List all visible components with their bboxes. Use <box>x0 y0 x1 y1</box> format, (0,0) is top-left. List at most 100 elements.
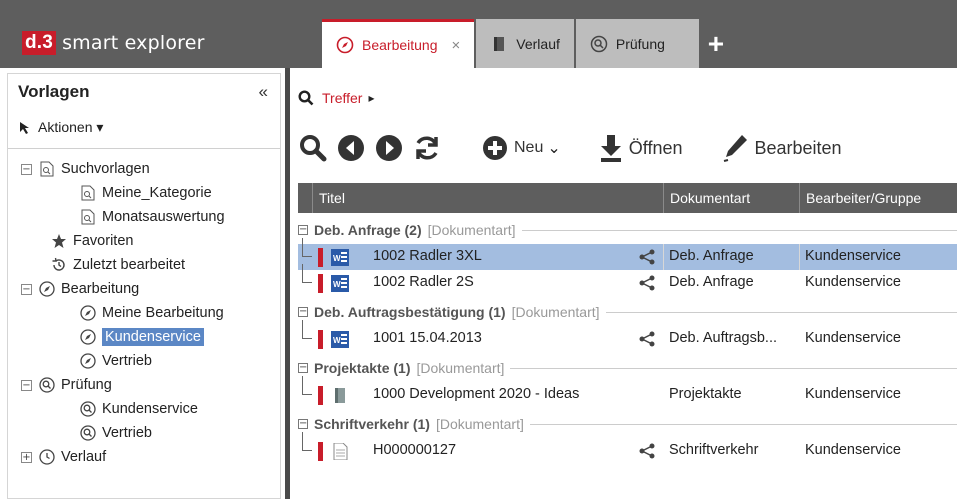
compass-icon <box>80 353 96 369</box>
tab-bar: Bearbeitung × Verlauf Prüfung + <box>322 19 731 68</box>
group-header-projektakte[interactable]: − Projektakte (1) [Dokumentart] <box>298 358 957 378</box>
expand-toggle[interactable]: + <box>21 451 32 463</box>
tree-item-label: Prüfung <box>61 377 112 393</box>
tree-item-label: Vertrieb <box>102 425 152 441</box>
group-header-schriftverkehr[interactable]: − Schriftverkehr (1) [Dokumentart] <box>298 414 957 434</box>
group-header-deb-anfrage[interactable]: − Deb. Anfrage (2) [Dokumentart] <box>298 220 957 240</box>
edit-button[interactable]: Bearbeiten <box>722 133 842 163</box>
tab-label: Prüfung <box>615 35 665 52</box>
group-name: Schriftverkehr (1) <box>314 416 430 432</box>
tree-item-kundenservice-bearbeitung[interactable]: Kundenservice <box>80 326 204 348</box>
tab-pruefung[interactable]: Prüfung <box>575 19 699 68</box>
table-row[interactable]: 1000 Development 2020 - Ideas Projektakt… <box>298 376 957 408</box>
collapse-sidebar-button[interactable]: « <box>259 82 268 102</box>
tree-item-kundenservice-pruefung[interactable]: Kundenservice <box>80 398 198 420</box>
actions-menu[interactable]: Aktionen ▾ <box>18 119 103 136</box>
table-row[interactable]: W 1002 Radler 3XL Deb. Anfrage Kundenser… <box>298 238 957 270</box>
tree-item-verlauf[interactable]: + Verlauf <box>21 446 106 468</box>
tree-item-label: Bearbeitung <box>61 281 140 297</box>
column-header-bearbeiter[interactable]: Bearbeiter/Gruppe <box>799 183 957 213</box>
new-label: Neu <box>514 139 544 156</box>
word-doc-icon: W <box>331 275 349 292</box>
tree-item-label: Favoriten <box>73 233 134 249</box>
svg-text:W: W <box>333 280 341 289</box>
refresh-icon[interactable] <box>412 133 442 163</box>
previous-icon[interactable] <box>336 133 366 163</box>
tree-connector <box>302 238 312 257</box>
tree-item-vertrieb-pruefung[interactable]: Vertrieb <box>80 422 152 444</box>
row-title: H000000127 <box>373 442 457 458</box>
binder-icon <box>335 388 345 403</box>
collapse-toggle[interactable]: − <box>298 419 308 429</box>
star-icon <box>52 234 66 248</box>
magnifier-circle-icon <box>80 401 96 417</box>
tab-bearbeitung[interactable]: Bearbeitung × <box>322 19 475 68</box>
group-name: Deb. Auftragsbestätigung (1) <box>314 304 506 320</box>
word-doc-icon: W <box>331 249 349 266</box>
row-editor: Kundenservice <box>805 248 901 264</box>
svg-text:W: W <box>333 336 341 345</box>
compass-icon <box>336 36 354 54</box>
row-doctype: Deb. Anfrage <box>669 274 754 290</box>
history-icon <box>52 257 65 271</box>
tab-verlauf[interactable]: Verlauf <box>476 19 574 68</box>
sidebar-title: Vorlagen <box>18 82 90 101</box>
tree-item-label: Verlauf <box>61 449 107 465</box>
breadcrumb: Treffer ▸ <box>298 90 375 106</box>
close-icon[interactable]: × <box>452 37 461 54</box>
collapse-toggle[interactable]: − <box>21 163 32 175</box>
tree-item-meine-kategorie[interactable]: Meine_Kategorie <box>80 182 212 204</box>
tab-label: Bearbeitung <box>362 37 438 53</box>
tab-label: Verlauf <box>516 35 560 52</box>
toolbar: Neu ⌄ Öffnen Bearbeiten <box>298 128 842 168</box>
tree-item-zuletzt-bearbeitet[interactable]: Zuletzt bearbeitet <box>51 254 185 276</box>
table-row[interactable]: W 1002 Radler 2S Deb. Anfrage Kundenserv… <box>298 264 957 296</box>
group-type: [Dokumentart] <box>435 416 524 432</box>
search-icon[interactable] <box>298 133 328 163</box>
tree-item-favoriten[interactable]: Favoriten <box>51 230 133 252</box>
pane-splitter[interactable] <box>285 68 290 499</box>
tree-item-label: Vertrieb <box>102 353 152 369</box>
status-marker <box>318 274 323 293</box>
top-bar: d.3 smart explorer Bearbeitung × Verlauf <box>0 0 957 68</box>
new-button[interactable]: Neu ⌄ <box>482 135 561 161</box>
column-header-titel[interactable]: Titel <box>312 183 663 213</box>
share-icon[interactable] <box>638 331 656 347</box>
open-button[interactable]: Öffnen <box>599 133 682 163</box>
tree-item-monatsauswertung[interactable]: Monatsauswertung <box>80 206 225 228</box>
collapse-toggle[interactable]: − <box>21 379 32 391</box>
cursor-icon <box>20 121 29 134</box>
column-header-dokumentart[interactable]: Dokumentart <box>663 183 799 213</box>
tree-item-bearbeitung[interactable]: − Bearbeitung <box>21 278 139 300</box>
group-header-deb-auftragsbestaetigung[interactable]: − Deb. Auftragsbestätigung (1) [Dokument… <box>298 302 957 322</box>
tree-item-pruefung[interactable]: − Prüfung <box>21 374 112 396</box>
column-divider <box>799 244 800 270</box>
breadcrumb-treffer[interactable]: Treffer <box>322 90 362 106</box>
tree-item-label: Suchvorlagen <box>61 161 150 177</box>
next-icon[interactable] <box>374 133 404 163</box>
tree-item-meine-bearbeitung[interactable]: Meine Bearbeitung <box>80 302 224 324</box>
app-logo[interactable]: d.3 smart explorer <box>22 30 205 56</box>
table-row[interactable]: H000000127 Schriftverkehr Kundenservice <box>298 432 957 464</box>
collapse-toggle[interactable]: − <box>298 307 308 317</box>
share-icon[interactable] <box>638 443 656 459</box>
collapse-toggle[interactable]: − <box>298 225 308 235</box>
tree-item-suchvorlagen[interactable]: − Suchvorlagen <box>21 158 150 180</box>
search-doc-icon <box>81 185 95 201</box>
table-row[interactable]: W 1001 15.04.2013 Deb. Auftragsb... Kund… <box>298 320 957 352</box>
compass-icon <box>80 305 96 321</box>
magnifier-circle-icon <box>80 425 96 441</box>
chevron-down-icon: ⌄ <box>547 140 561 157</box>
tree-item-vertrieb-bearbeitung[interactable]: Vertrieb <box>80 350 152 372</box>
tree-item-label: Monatsauswertung <box>102 209 225 225</box>
collapse-toggle[interactable]: − <box>21 283 32 295</box>
row-editor: Kundenservice <box>805 274 901 290</box>
pen-icon <box>724 135 748 162</box>
collapse-toggle[interactable]: − <box>298 363 308 373</box>
group-type: [Dokumentart] <box>427 222 516 238</box>
share-icon[interactable] <box>638 249 656 265</box>
share-icon[interactable] <box>638 275 656 291</box>
tree-item-label: Meine_Kategorie <box>102 185 212 201</box>
plus-circle-icon <box>483 136 507 160</box>
add-tab-button[interactable]: + <box>701 19 731 68</box>
